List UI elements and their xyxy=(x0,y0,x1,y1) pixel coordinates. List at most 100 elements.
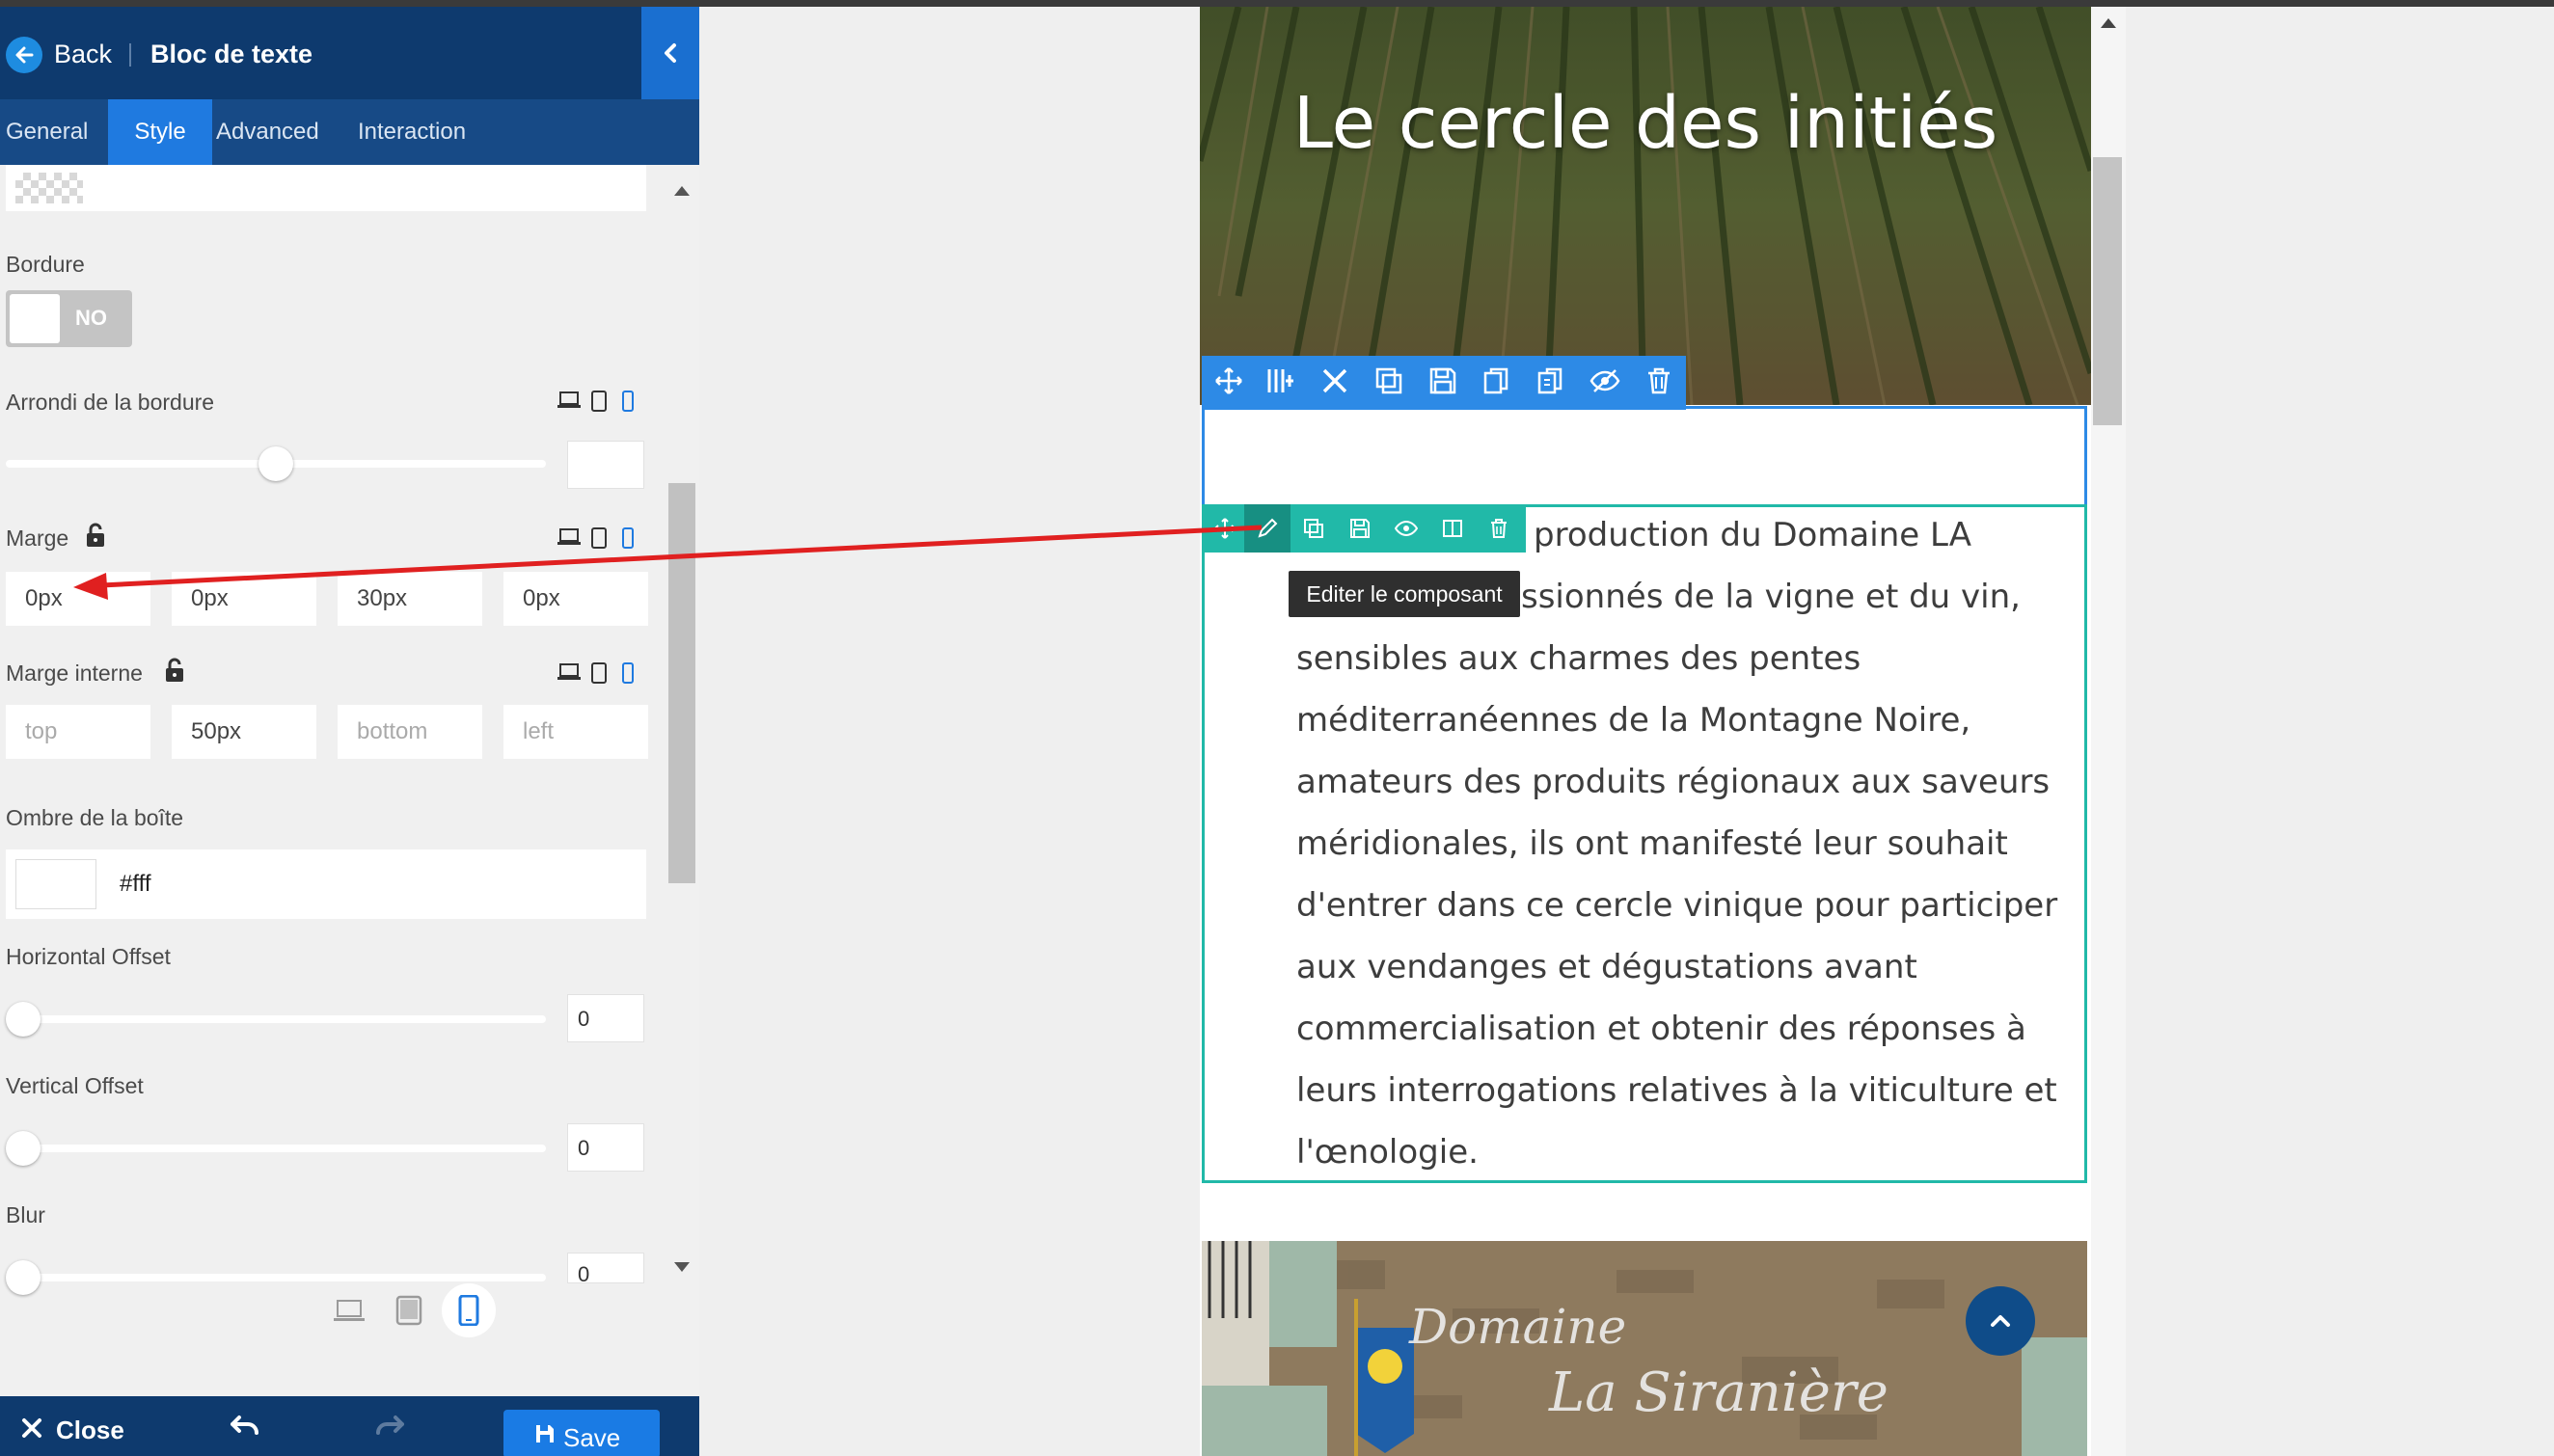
trash-icon[interactable] xyxy=(1644,365,1674,396)
horizontal-offset-label: Horizontal Offset xyxy=(6,944,171,969)
vineyard-image xyxy=(1200,7,2091,405)
horizontal-offset-slider-thumb[interactable] xyxy=(6,1002,41,1037)
text-line: l'œnologie. xyxy=(1296,1133,1479,1172)
duplicate-icon[interactable] xyxy=(1373,365,1404,396)
unlock-icon[interactable] xyxy=(85,523,106,548)
tablet-icon[interactable] xyxy=(590,391,608,412)
padding-right-input[interactable]: 50px xyxy=(172,705,316,759)
margin-top-input[interactable]: 0px xyxy=(6,572,150,626)
margin-label: Marge xyxy=(6,526,69,551)
border-radius-input[interactable] xyxy=(567,441,644,489)
text-line: leurs interrogations relatives à la viti… xyxy=(1296,1071,2057,1110)
text-line: amateurs des produits régionaux aux save… xyxy=(1296,763,2051,801)
blur-label: Blur xyxy=(6,1202,45,1227)
copy-icon[interactable] xyxy=(1481,365,1512,396)
element-toolbar xyxy=(1202,504,1526,553)
scroll-up-arrow-icon[interactable] xyxy=(674,186,690,196)
undo-icon[interactable] xyxy=(230,1414,260,1439)
redo-icon[interactable] xyxy=(374,1414,405,1439)
scroll-to-top-button[interactable] xyxy=(1966,1286,2035,1356)
scroll-down-arrow-icon[interactable] xyxy=(674,1262,690,1272)
background-color-field[interactable] xyxy=(6,165,646,211)
settings-scrollbar[interactable] xyxy=(668,165,695,1283)
horizontal-offset-slider[interactable] xyxy=(6,1015,546,1023)
trash-icon[interactable] xyxy=(1487,517,1510,540)
margin-right-input[interactable]: 0px xyxy=(172,572,316,626)
visibility-icon[interactable] xyxy=(1395,517,1418,540)
move-icon[interactable] xyxy=(1213,517,1236,540)
columns-icon[interactable] xyxy=(1441,517,1464,540)
text-line: aux vendanges et dégustations avant xyxy=(1296,948,1917,986)
scroll-up-arrow-icon[interactable] xyxy=(2101,18,2116,28)
desktop-icon[interactable] xyxy=(557,662,581,682)
back-arrow-icon[interactable] xyxy=(6,37,42,73)
text-line: sensibles aux charmes des pentes xyxy=(1296,639,1861,678)
desktop-preview-icon[interactable] xyxy=(334,1299,365,1324)
margin-left-input[interactable]: 0px xyxy=(503,572,648,626)
columns-icon[interactable] xyxy=(1265,365,1296,396)
header-divider xyxy=(129,43,131,67)
box-shadow-color-field[interactable]: #fff xyxy=(6,849,646,919)
tablet-icon[interactable] xyxy=(590,527,608,549)
box-shadow-color-swatch[interactable] xyxy=(15,859,96,909)
horizontal-offset-input[interactable]: 0 xyxy=(567,994,644,1042)
duplicate-icon[interactable] xyxy=(1302,517,1325,540)
toggle-state: NO xyxy=(75,306,107,330)
save-template-icon[interactable] xyxy=(1348,517,1372,540)
preview-scrollbar-thumb[interactable] xyxy=(2093,157,2122,425)
chevron-left-icon xyxy=(665,43,676,63)
mobile-icon[interactable] xyxy=(621,391,635,412)
panel-header: Back Bloc de texte xyxy=(0,7,699,99)
text-line: méditerranéennes de la Montagne Noire, xyxy=(1296,701,1971,740)
unlock-icon[interactable] xyxy=(164,658,185,683)
padding-top-input[interactable]: top xyxy=(6,705,150,759)
save-button[interactable]: Save xyxy=(503,1410,660,1456)
edit-pencil-icon[interactable] xyxy=(1256,517,1279,540)
responsive-icons xyxy=(557,391,654,414)
save-template-icon[interactable] xyxy=(1427,365,1458,396)
tab-interaction[interactable]: Interaction xyxy=(358,99,531,165)
collapse-panel-button[interactable] xyxy=(641,7,699,99)
hero-title: Le cercle des initiés xyxy=(1292,82,1998,165)
padding-bottom-input[interactable]: bottom xyxy=(338,705,482,759)
page-preview: Le cercle des initiés production du Doma… xyxy=(1200,7,2091,1456)
vertical-offset-input[interactable]: 0 xyxy=(567,1123,644,1172)
margin-bottom-input[interactable]: 30px xyxy=(338,572,482,626)
desktop-icon[interactable] xyxy=(557,391,581,410)
padding-left-input[interactable]: left xyxy=(503,705,648,759)
settings-scrollbar-thumb[interactable] xyxy=(668,483,695,883)
vertical-offset-slider-thumb[interactable] xyxy=(6,1131,41,1166)
preview-scrollbar[interactable] xyxy=(2091,7,2126,1456)
tab-advanced[interactable]: Advanced xyxy=(216,99,361,165)
hide-icon[interactable] xyxy=(1589,365,1620,396)
domain-sign-line2: La Siranière xyxy=(1549,1362,1888,1424)
move-icon[interactable] xyxy=(1213,365,1244,396)
tools-icon[interactable] xyxy=(1319,365,1350,396)
tab-general[interactable]: General xyxy=(0,99,110,165)
domain-sign-line1: Domaine xyxy=(1409,1299,1627,1355)
floppy-disk-icon xyxy=(536,1425,554,1443)
mobile-icon[interactable] xyxy=(621,662,635,684)
vineyard-hero: Le cercle des initiés xyxy=(1200,7,2091,405)
mobile-icon[interactable] xyxy=(621,527,635,549)
panel-footer: Close Save xyxy=(0,1396,699,1456)
border-toggle[interactable]: NO xyxy=(6,290,132,347)
mobile-preview-button[interactable] xyxy=(442,1283,496,1337)
border-radius-slider-thumb[interactable] xyxy=(258,446,293,481)
close-icon xyxy=(22,1418,41,1438)
close-label: Close xyxy=(56,1416,124,1444)
back-button[interactable]: Back xyxy=(54,40,112,69)
border-label: Bordure xyxy=(6,252,85,277)
text-line: commercialisation et obtenir des réponse… xyxy=(1296,1010,2026,1048)
text-line: d'entrer dans ce cercle vinique pour par… xyxy=(1296,886,2058,925)
transparent-swatch xyxy=(15,173,83,203)
tablet-preview-icon[interactable] xyxy=(395,1295,422,1326)
tab-style[interactable]: Style xyxy=(108,99,212,165)
tablet-icon[interactable] xyxy=(590,662,608,684)
editor-panel: Back Bloc de texte General Style Advance… xyxy=(0,7,699,1456)
paste-icon[interactable] xyxy=(1535,365,1566,396)
vertical-offset-slider[interactable] xyxy=(6,1145,546,1152)
save-label: Save xyxy=(563,1423,621,1452)
desktop-icon[interactable] xyxy=(557,527,581,547)
preview-device-switcher xyxy=(0,1280,699,1357)
